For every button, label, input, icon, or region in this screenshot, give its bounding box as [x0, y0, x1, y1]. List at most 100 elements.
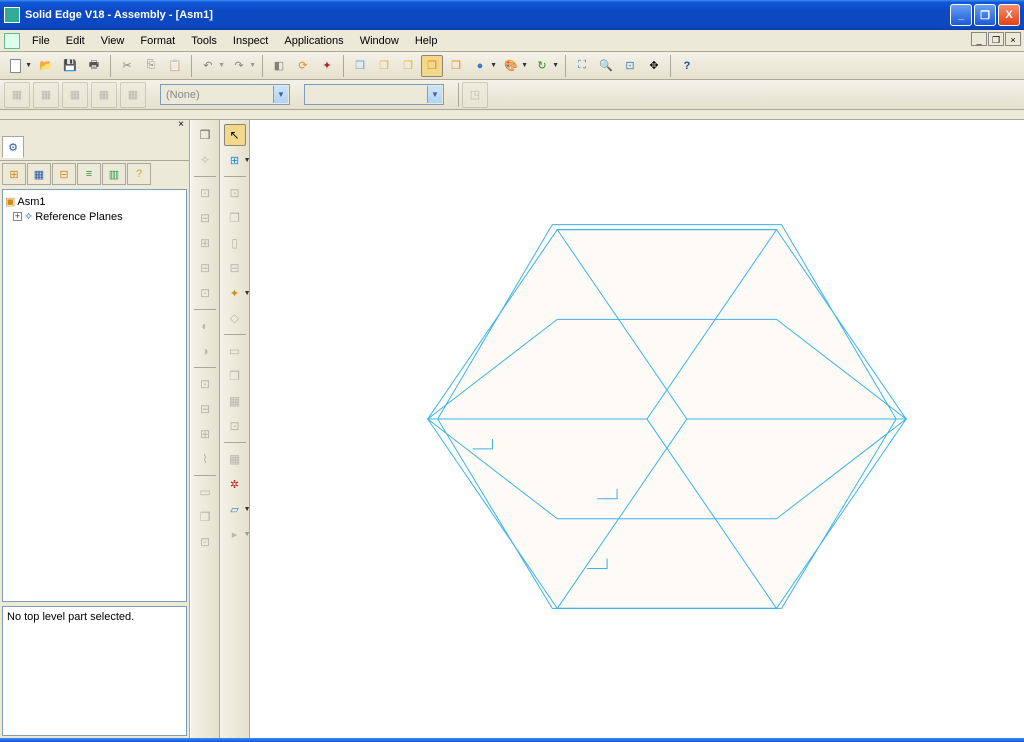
subtab-6[interactable]: ? — [127, 163, 151, 185]
cube2-button[interactable]: ❒ — [373, 55, 395, 77]
redo-button[interactable]: ↷▼ — [228, 55, 250, 77]
v2-btn4[interactable]: ❒ — [224, 207, 246, 229]
v2-btn8[interactable]: ◇ — [224, 307, 246, 329]
v1-btn14[interactable]: ▭ — [194, 481, 216, 503]
v2-btn9[interactable]: ▭ — [224, 340, 246, 362]
v1-btn5[interactable]: ⊞ — [194, 232, 216, 254]
undo-button[interactable]: ↶▼ — [197, 55, 219, 77]
v1-btn3[interactable]: ⊡ — [194, 182, 216, 204]
menu-window[interactable]: Window — [352, 33, 407, 49]
v1-btn7[interactable]: ⊡ — [194, 282, 216, 304]
print-button[interactable]: 🖶 — [83, 55, 105, 77]
zoom-button[interactable]: 🔍 — [595, 55, 617, 77]
menu-tools[interactable]: Tools — [183, 33, 225, 49]
v1-btn4[interactable]: ⊟ — [194, 207, 216, 229]
menu-applications[interactable]: Applications — [276, 33, 351, 49]
maximize-button[interactable]: ❐ — [974, 4, 996, 26]
tree-refplanes-label: Reference Planes — [35, 211, 122, 223]
v2-btn12[interactable]: ⊡ — [224, 415, 246, 437]
sq3[interactable]: ▦ — [62, 82, 88, 108]
sq6[interactable]: ◳ — [462, 82, 488, 108]
menu-edit[interactable]: Edit — [58, 33, 93, 49]
feature-tree[interactable]: ▣ Asm1 + ✧ Reference Planes — [2, 189, 187, 602]
v1-btn8[interactable]: ◐ — [194, 315, 216, 337]
viewport[interactable] — [250, 120, 1024, 738]
paste-button[interactable]: 📋 — [164, 55, 186, 77]
mdi-controls: _ ❐ × — [970, 32, 1021, 46]
subtab-1[interactable]: ⊞ — [2, 163, 26, 185]
v1-btn10[interactable]: ⊡ — [194, 373, 216, 395]
v1-btn13[interactable]: ⌇ — [194, 448, 216, 470]
v2-btn10[interactable]: ❒ — [224, 365, 246, 387]
mdi-min[interactable]: _ — [971, 32, 987, 46]
second-toolbar: ▦ ▦ ▦ ▦ ▦ (None) ▼ ▼ ◳ — [0, 80, 1024, 110]
cube1-button[interactable]: ❒ — [349, 55, 371, 77]
tree-root[interactable]: ▣ Asm1 — [5, 194, 184, 209]
select-tool[interactable]: ↖ — [224, 124, 246, 146]
tool-a[interactable]: ◧ — [268, 55, 290, 77]
v1-btn2[interactable]: ✧ — [194, 149, 216, 171]
sq1[interactable]: ▦ — [4, 82, 30, 108]
cube5-button[interactable]: ❒ — [445, 55, 467, 77]
subtab-4[interactable]: ≡ — [77, 163, 101, 185]
update-button[interactable]: ⟳ — [292, 55, 314, 77]
cube4-button[interactable]: ❒ — [421, 55, 443, 77]
panel-close-icon[interactable]: × — [175, 120, 187, 132]
main-toolbar: ▼ 📂 💾 🖶 ✂ ⎘ 📋 ↶▼ ↷▼ ◧ ⟳ ✦ ❒ ❒ ❒ ❒ ❒ ●▼ 🎨… — [0, 52, 1024, 80]
sq2[interactable]: ▦ — [33, 82, 59, 108]
cut-button[interactable]: ✂ — [116, 55, 138, 77]
subtab-5[interactable]: ▥ — [102, 163, 126, 185]
tab-edgebar[interactable]: ⚙ — [2, 136, 24, 158]
minimize-button[interactable]: _ — [950, 4, 972, 26]
spin-button[interactable]: ↻▼ — [531, 55, 553, 77]
v1-btn6[interactable]: ⊟ — [194, 257, 216, 279]
tree-refplanes[interactable]: + ✧ Reference Planes — [5, 209, 184, 224]
pan-button[interactable]: ✥ — [643, 55, 665, 77]
mdi-restore[interactable]: ❐ — [988, 32, 1004, 46]
menu-help[interactable]: Help — [407, 33, 446, 49]
sketch-tool[interactable]: ⊞▼ — [224, 149, 246, 171]
sq4[interactable]: ▦ — [91, 82, 117, 108]
close-button[interactable]: X — [998, 4, 1020, 26]
save-button[interactable]: 💾 — [59, 55, 81, 77]
v1-btn12[interactable]: ⊞ — [194, 423, 216, 445]
new-button[interactable]: ▼ — [4, 55, 26, 77]
v2-btn3[interactable]: ⊡ — [224, 182, 246, 204]
subtab-2[interactable]: ▦ — [27, 163, 51, 185]
tools-button[interactable]: ✦ — [316, 55, 338, 77]
fit-button[interactable]: ⛶ — [571, 55, 593, 77]
style-combo[interactable]: (None) ▼ — [160, 84, 290, 105]
v1-btn9[interactable]: ◑ — [194, 340, 216, 362]
help-button[interactable]: ? — [676, 55, 698, 77]
mdi-close[interactable]: × — [1005, 32, 1021, 46]
v2-btn15[interactable]: ▱▼ — [224, 498, 246, 520]
v2-btn7[interactable]: ✦▼ — [224, 282, 246, 304]
expand-icon[interactable]: + — [13, 212, 22, 221]
open-button[interactable]: 📂 — [35, 55, 57, 77]
combo2[interactable]: ▼ — [304, 84, 444, 105]
v2-btn13[interactable]: ▦ — [224, 448, 246, 470]
v2-btn14[interactable]: ✲ — [224, 473, 246, 495]
blank-bar — [0, 110, 1024, 120]
zoom-area-button[interactable]: ⊡ — [619, 55, 641, 77]
v2-btn16[interactable]: ▸▼ — [224, 523, 246, 545]
panel-top-tabs: ⚙ — [0, 134, 189, 160]
subtab-3[interactable]: ⊟ — [52, 163, 76, 185]
palette-button[interactable]: 🎨▼ — [500, 55, 522, 77]
menu-inspect[interactable]: Inspect — [225, 33, 276, 49]
v1-btn16[interactable]: ⊡ — [194, 531, 216, 553]
cube3-button[interactable]: ❒ — [397, 55, 419, 77]
v2-btn11[interactable]: ▦ — [224, 390, 246, 412]
copy-button[interactable]: ⎘ — [140, 55, 162, 77]
sq5[interactable]: ▦ — [120, 82, 146, 108]
v2-btn5[interactable]: ▯ — [224, 232, 246, 254]
menu-view[interactable]: View — [93, 33, 133, 49]
v2-btn6[interactable]: ⊟ — [224, 257, 246, 279]
v1-btn11[interactable]: ⊟ — [194, 398, 216, 420]
v1-btn15[interactable]: ❒ — [194, 506, 216, 528]
v1-btn1[interactable]: ❒ — [194, 124, 216, 146]
mdi-icon[interactable] — [4, 33, 20, 49]
menu-format[interactable]: Format — [132, 33, 183, 49]
sphere-button[interactable]: ●▼ — [469, 55, 491, 77]
menu-file[interactable]: File — [24, 33, 58, 49]
